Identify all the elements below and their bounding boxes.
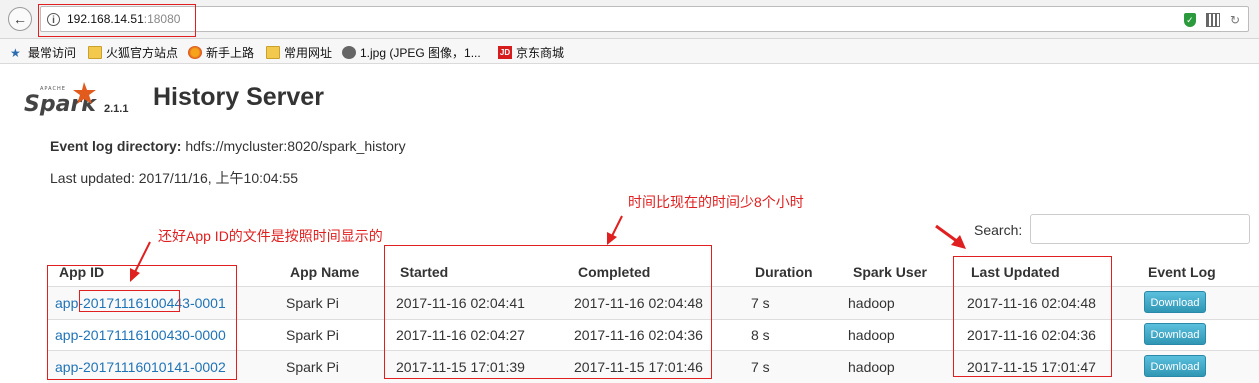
annotation-arrows xyxy=(130,215,966,282)
last-updated-arrow xyxy=(935,224,959,244)
app-id-arrow xyxy=(133,241,151,275)
time-arrow xyxy=(611,215,623,237)
